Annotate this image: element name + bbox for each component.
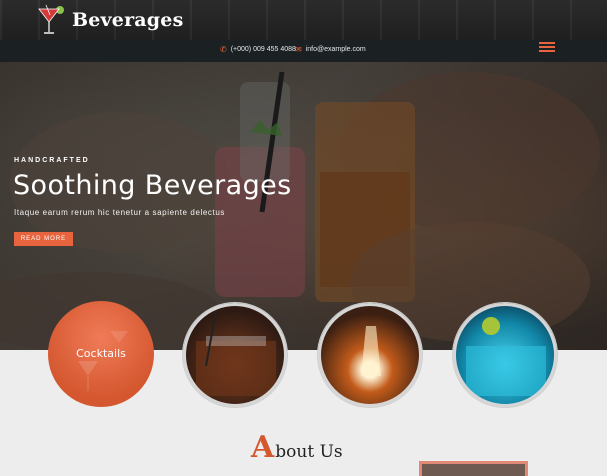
page: Beverages ✆ (+000) 009 455 4088 ✉ info@e… bbox=[0, 0, 607, 476]
category-image-dessert-drink[interactable] bbox=[318, 303, 422, 407]
hero-eyebrow: HANDCRAFTED bbox=[14, 157, 90, 164]
about-initial: A bbox=[251, 430, 275, 465]
email-text: info@example.com bbox=[305, 46, 366, 53]
about-image bbox=[419, 461, 528, 476]
logo-text: Beverages bbox=[72, 9, 184, 31]
contact-email[interactable]: ✉ info@example.com bbox=[295, 45, 366, 54]
phone-icon: ✆ bbox=[220, 45, 227, 54]
envelope-icon: ✉ bbox=[295, 45, 302, 54]
phone-text: (+000) 009 455 4088 bbox=[230, 46, 296, 53]
hero-title: Soothing Beverages bbox=[13, 170, 292, 201]
menu-bar bbox=[539, 50, 555, 52]
dessert-drink-image bbox=[361, 326, 381, 376]
whiskey-glass-image bbox=[196, 310, 276, 396]
contact-bar: ✆ (+000) 009 455 4088 ✉ info@example.com bbox=[0, 40, 607, 62]
read-more-button[interactable]: READ MORE bbox=[14, 232, 73, 246]
hero-subtitle: Itaque earum rerum hic tenetur a sapient… bbox=[14, 208, 225, 217]
category-cocktails[interactable]: Cocktails bbox=[48, 301, 154, 407]
site-header: Beverages bbox=[0, 0, 607, 40]
menu-bar bbox=[539, 42, 555, 44]
category-label: Cocktails bbox=[76, 347, 126, 360]
menu-bar bbox=[539, 46, 555, 48]
cocktail-glass-icon bbox=[36, 3, 66, 37]
hamburger-menu-icon[interactable] bbox=[539, 40, 555, 52]
category-image-blue-cocktail[interactable] bbox=[453, 303, 557, 407]
logo[interactable]: Beverages bbox=[36, 3, 183, 37]
about-heading: A bout Us bbox=[251, 430, 343, 465]
category-image-whiskey[interactable] bbox=[183, 303, 287, 407]
about-rest: bout Us bbox=[275, 442, 343, 462]
blue-cocktail-image bbox=[466, 317, 546, 396]
contact-phone[interactable]: ✆ (+000) 009 455 4088 bbox=[220, 45, 296, 54]
